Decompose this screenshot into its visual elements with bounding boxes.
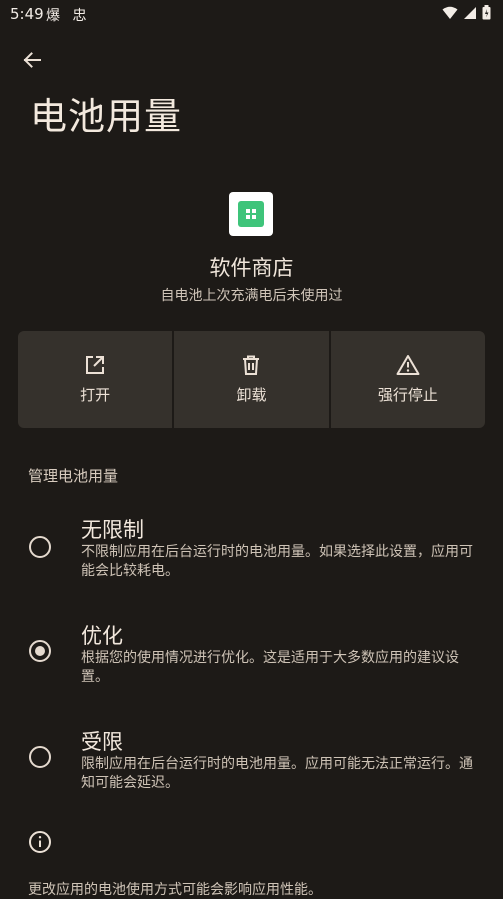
section-title: 管理电池用量 (28, 467, 119, 485)
uninstall-button[interactable]: 卸载 (174, 331, 329, 428)
info-icon (29, 831, 51, 853)
battery-icon (482, 5, 491, 20)
option-title: 优化 (81, 624, 123, 648)
app-usage-summary: 自电池上次充满电后未使用过 (160, 288, 343, 304)
signal-icon (464, 6, 476, 19)
option-description: 不限制应用在后台运行时的电池用量。如果选择此设置，应用可能会比较耗电。 (81, 544, 473, 579)
option-description: 限制应用在后台运行时的电池用量。应用可能无法正常运行。通知可能会延迟。 (81, 756, 473, 791)
notification-icons: 爆 忠 (46, 8, 91, 24)
trash-icon (243, 355, 260, 375)
radio-restricted[interactable] (29, 746, 51, 768)
app-icon (229, 192, 273, 236)
force-stop-button[interactable]: 强行停止 (330, 331, 485, 428)
option-restricted[interactable]: 受限 限制应用在后台运行时的电池用量。应用可能无法正常运行。通知可能会延迟。 (0, 722, 503, 802)
option-title: 受限 (81, 730, 123, 754)
app-name: 软件商店 (209, 256, 294, 280)
warning-icon (396, 355, 420, 375)
status-icons-right (442, 5, 491, 20)
open-button[interactable]: 打开 (18, 331, 173, 428)
uninstall-label: 卸载 (236, 386, 267, 404)
open-external-icon (86, 356, 105, 374)
status-time: 5:49 (10, 5, 44, 23)
option-title: 无限制 (81, 518, 144, 542)
radio-optimized[interactable] (29, 640, 51, 662)
footer-note: 更改应用的电池使用方式可能会影响应用性能。 (28, 882, 322, 898)
open-label: 打开 (80, 386, 111, 404)
back-button[interactable] (16, 44, 48, 76)
option-unrestricted[interactable]: 无限制 不限制应用在后台运行时的电池用量。如果选择此设置，应用可能会比较耗电。 (0, 510, 503, 590)
action-buttons: 打开 卸载 强行停止 (18, 331, 485, 428)
wifi-icon (442, 6, 458, 19)
page-title: 电池用量 (30, 95, 182, 138)
force-stop-label: 强行停止 (377, 386, 438, 404)
arrow-back-icon (23, 52, 41, 68)
app-store-icon (238, 201, 264, 227)
radio-unrestricted[interactable] (29, 536, 51, 558)
option-description: 根据您的使用情况进行优化。这是适用于大多数应用的建议设置。 (81, 650, 459, 685)
option-optimized[interactable]: 优化 根据您的使用情况进行优化。这是适用于大多数应用的建议设置。 (0, 616, 503, 696)
status-bar: 5:49 爆 忠 (0, 0, 503, 28)
